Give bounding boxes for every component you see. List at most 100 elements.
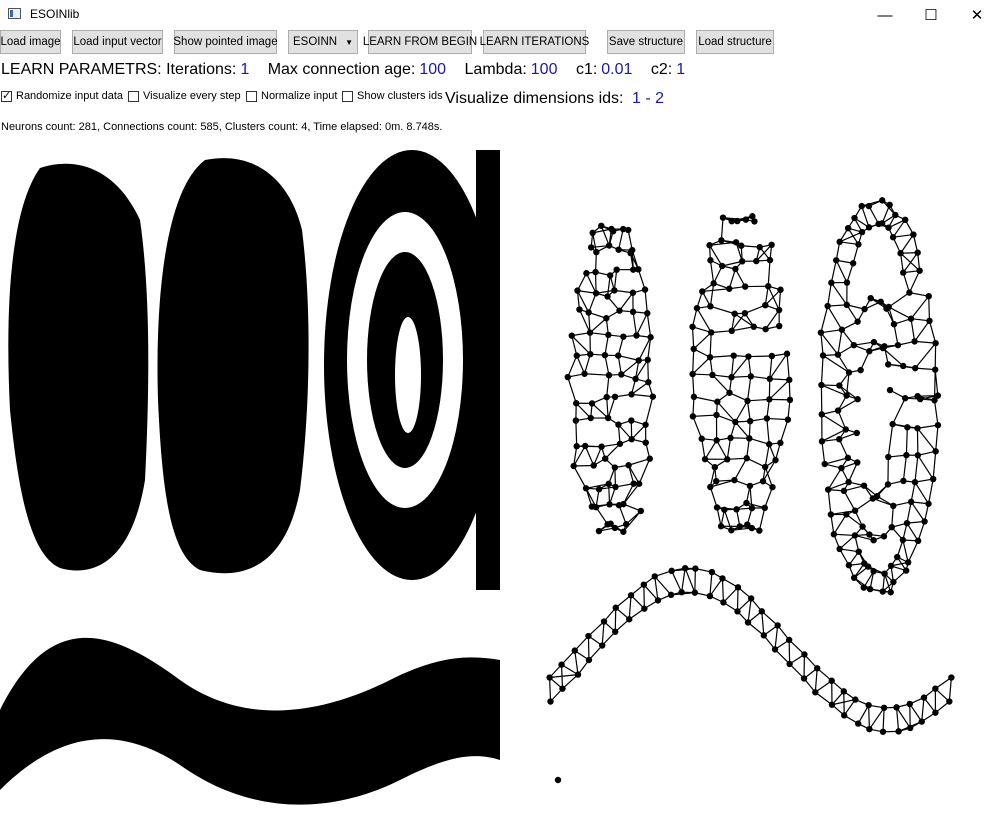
neuron-node [732, 419, 738, 425]
neuron-node [712, 464, 718, 470]
lambda-field[interactable]: 100 [531, 61, 558, 78]
neuron-node [742, 283, 748, 289]
neuron-node [650, 393, 656, 399]
normalize-checkbox[interactable] [246, 91, 257, 102]
neuron-node [870, 537, 876, 543]
max-age-field[interactable]: 100 [419, 61, 446, 78]
load-image-button[interactable]: Load image [0, 30, 61, 54]
randomize-checkbox[interactable]: ✓ [1, 91, 12, 102]
neuron-node [691, 346, 697, 352]
load-structure-button[interactable]: Load structure [696, 30, 774, 54]
neuron-node [836, 239, 842, 245]
algorithm-select[interactable]: ESOINN ▼ [288, 30, 358, 54]
neuron-node [907, 701, 913, 707]
neuron-node [902, 395, 908, 401]
neuron-connection [693, 357, 710, 374]
neuron-node [691, 394, 697, 400]
show-clusters-label[interactable]: Show clusters ids [357, 90, 443, 102]
neuron-node [866, 726, 872, 732]
neuron-node [866, 224, 872, 230]
neuron-connection [693, 327, 694, 349]
normalize-label[interactable]: Normalize input [261, 90, 337, 102]
neuron-node [881, 705, 887, 711]
neuron-connection [748, 376, 751, 400]
neuron-node [846, 562, 852, 568]
learn-iterations-button[interactable]: LEARN ITERATIONS [483, 30, 586, 54]
learn-params-row: LEARN PARAMETRS: Iterations:1 Max connec… [1, 61, 699, 79]
neuron-node [784, 351, 790, 357]
neuron-node [682, 565, 688, 571]
neuron-node [894, 554, 900, 560]
neuron-connection [644, 585, 645, 609]
neuron-node [932, 366, 938, 372]
neuron-node [737, 523, 743, 529]
show-pointed-image-button[interactable]: Show pointed image [174, 30, 277, 54]
visualize-dims-field[interactable]: 1 - 2 [632, 90, 664, 108]
neuron-node [870, 568, 876, 574]
neuron-connection [915, 343, 935, 368]
neuron-node [890, 503, 896, 509]
neuron-connection [695, 569, 696, 593]
neuron-node [729, 328, 735, 334]
neuron-node [745, 619, 751, 625]
neuron-connection [836, 260, 847, 282]
neuron-connection [639, 459, 650, 484]
neuron-node [764, 415, 770, 421]
neuron-node [731, 477, 737, 483]
minimize-button[interactable]: — [862, 0, 908, 30]
visualize-every-step-checkbox[interactable] [128, 91, 139, 102]
neuron-node [926, 293, 932, 299]
neuron-node [861, 482, 867, 488]
neuron-connection [855, 498, 873, 510]
neuron-node [699, 436, 705, 442]
neuron-connection [933, 451, 936, 479]
neuron-node [921, 694, 927, 700]
neuron-connection [682, 568, 686, 592]
c1-field[interactable]: 0.01 [601, 61, 632, 78]
neuron-node [861, 584, 867, 590]
neuron-connection [732, 357, 749, 378]
neuron-node [718, 523, 724, 529]
neuron-connection [590, 318, 606, 332]
neuron-node [605, 481, 611, 487]
neuron-node [699, 288, 705, 294]
save-structure-button[interactable]: Save structure [607, 30, 685, 54]
show-clusters-checkbox[interactable] [342, 91, 353, 102]
neuron-node [611, 287, 617, 293]
neuron-connection [908, 541, 918, 563]
max-age-label: Max connection age: [268, 61, 416, 78]
neuron-node [636, 357, 642, 363]
neuron-node [946, 698, 952, 704]
neuron-node [581, 371, 587, 377]
neuron-connection [607, 375, 609, 397]
randomize-label[interactable]: Randomize input data [16, 90, 123, 102]
neuron-node [772, 646, 778, 652]
maximize-button[interactable]: ☐ [908, 0, 954, 30]
c2-field[interactable]: 1 [676, 61, 685, 78]
close-button[interactable]: ✕ [954, 0, 1000, 30]
neuron-connection [765, 444, 769, 467]
neuron-connection [828, 490, 831, 515]
neuron-node [852, 507, 858, 513]
iterations-field[interactable]: 1 [240, 61, 249, 78]
neuron-node [890, 234, 896, 240]
neuron-connection [762, 611, 764, 635]
neuron-node [907, 725, 913, 731]
neuron-node [739, 258, 745, 264]
neuron-connection [821, 333, 823, 356]
visualize-every-step-label[interactable]: Visualize every step [143, 90, 241, 102]
neuron-node [604, 293, 610, 299]
neuron-connection [585, 374, 609, 375]
neuron-node [678, 589, 684, 595]
neuron-node [932, 685, 938, 691]
neuron-node [617, 441, 623, 447]
neuron-node [828, 280, 834, 286]
load-input-vector-button[interactable]: Load input vector [72, 30, 163, 54]
learn-from-begin-button[interactable]: LEARN FROM BEGIN [368, 30, 472, 54]
neuron-node [757, 244, 763, 250]
neuron-connection [815, 668, 817, 692]
neuron-node [854, 430, 860, 436]
neuron-node [836, 382, 842, 388]
neuron-node [742, 310, 748, 316]
neuron-node [932, 448, 938, 454]
